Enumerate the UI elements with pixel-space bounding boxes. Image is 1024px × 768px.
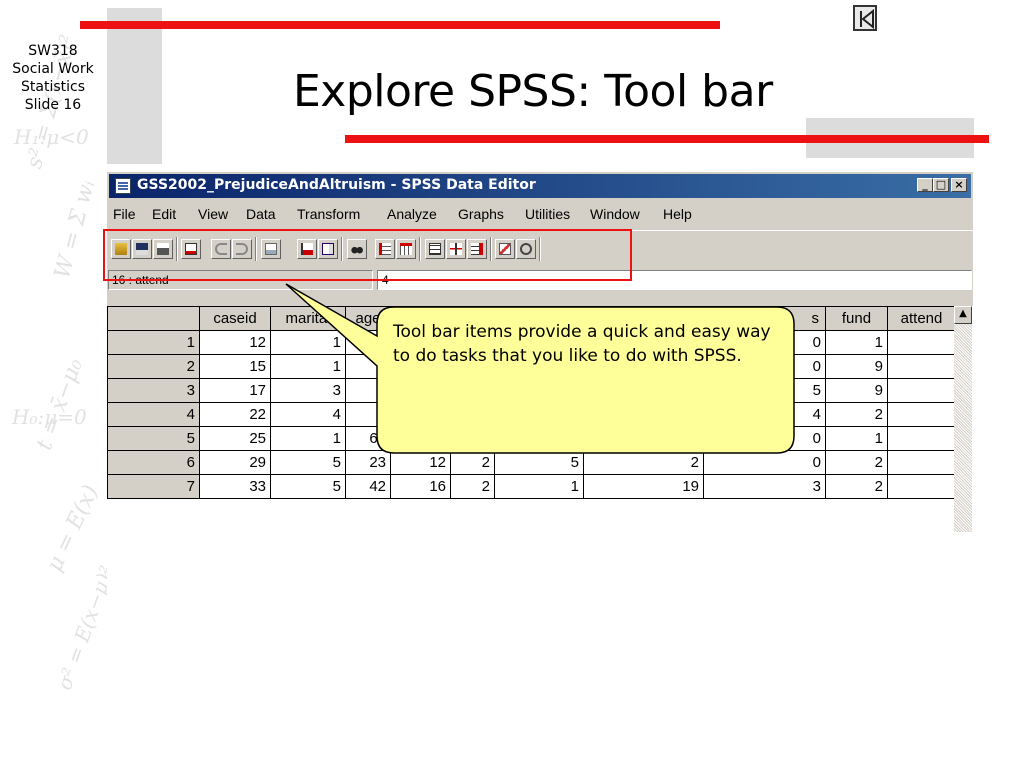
menu-transform[interactable]: Transform xyxy=(297,206,360,222)
decorative-red-line-top xyxy=(80,21,720,29)
table-cell[interactable]: 19 xyxy=(583,474,704,499)
menu-graphs[interactable]: Graphs xyxy=(458,206,504,222)
menu-data[interactable]: Data xyxy=(246,206,276,222)
table-cell[interactable] xyxy=(887,402,956,427)
row-number[interactable]: 3 xyxy=(107,378,200,403)
column-header[interactable]: attend xyxy=(887,306,956,331)
table-cell[interactable]: 2 xyxy=(825,450,888,475)
table-cell[interactable] xyxy=(887,474,956,499)
first-slide-icon xyxy=(860,9,874,29)
table-cell[interactable]: 12 xyxy=(390,450,451,475)
table-cell[interactable]: 2 xyxy=(450,474,495,499)
table-cell[interactable]: 5 xyxy=(494,450,584,475)
column-header[interactable]: caseid xyxy=(199,306,271,331)
table-cell[interactable]: 1 xyxy=(825,426,888,451)
table-cell[interactable] xyxy=(887,354,956,379)
spss-app-icon xyxy=(115,178,131,194)
table-row: 7 33 5 42 16 2 1 19 3 2 xyxy=(107,474,956,499)
menu-file[interactable]: File xyxy=(113,206,136,222)
table-cell[interactable]: 3 xyxy=(703,474,826,499)
table-cell[interactable]: 17 xyxy=(199,378,271,403)
table-cell[interactable]: 12 xyxy=(199,330,271,355)
table-cell[interactable] xyxy=(887,378,956,403)
table-cell[interactable]: 9 xyxy=(825,354,888,379)
menu-analyze[interactable]: Analyze xyxy=(387,206,437,222)
menu-utilities[interactable]: Utilities xyxy=(525,206,570,222)
table-cell[interactable]: 3 xyxy=(270,378,346,403)
menu-bar: File Edit View Data Transform Analyze Gr… xyxy=(107,202,973,226)
table-cell[interactable]: 4 xyxy=(270,402,346,427)
table-cell[interactable]: 5 xyxy=(270,450,346,475)
table-cell[interactable]: 2 xyxy=(583,450,704,475)
callout-text: Tool bar items provide a quick and easy … xyxy=(393,322,771,366)
course-code: SW318 xyxy=(28,43,78,59)
menu-view[interactable]: View xyxy=(198,206,228,222)
math-background-decoration: H₁:μ<0 s² = Σ(x−x̄)² W = Σ wᵢ H₀:μ=0 t =… xyxy=(12,32,107,694)
table-cell[interactable]: 16 xyxy=(390,474,451,499)
table-cell[interactable]: 42 xyxy=(345,474,391,499)
table-cell[interactable]: 9 xyxy=(825,378,888,403)
table-cell[interactable] xyxy=(887,450,956,475)
table-cell[interactable]: 0 xyxy=(703,450,826,475)
scroll-up-arrow[interactable]: ▲ xyxy=(954,306,972,324)
row-number[interactable]: 2 xyxy=(107,354,200,379)
table-cell[interactable]: 29 xyxy=(199,450,271,475)
table-cell[interactable]: 15 xyxy=(199,354,271,379)
vertical-scrollbar[interactable]: ▲ xyxy=(954,306,972,532)
maximize-button[interactable]: □ xyxy=(933,178,949,192)
close-button[interactable]: × xyxy=(951,178,967,192)
course-label: SW318 Social Work Statistics Slide 16 xyxy=(4,42,102,114)
window-title: GSS2002_PrejudiceAndAltruism - SPSS Data… xyxy=(137,177,536,193)
table-cell[interactable] xyxy=(887,426,956,451)
row-number[interactable]: 1 xyxy=(107,330,200,355)
column-header[interactable]: fund xyxy=(825,306,888,331)
table-cell[interactable]: 23 xyxy=(345,450,391,475)
decorative-gray-bar-vertical xyxy=(107,8,162,164)
course-name-line2: Statistics xyxy=(21,79,85,95)
table-row: 6 29 5 23 12 2 5 2 0 2 xyxy=(107,450,956,475)
slide-sidebar: H₁:μ<0 s² = Σ(x−x̄)² W = Σ wᵢ H₀:μ=0 t =… xyxy=(0,0,107,768)
window-titlebar[interactable]: GSS2002_PrejudiceAndAltruism - SPSS Data… xyxy=(109,174,971,198)
table-cell[interactable]: 5 xyxy=(270,474,346,499)
slide-number: Slide 16 xyxy=(24,97,82,113)
row-number[interactable]: 6 xyxy=(107,450,200,475)
table-cell[interactable]: 1 xyxy=(270,354,346,379)
first-slide-button[interactable] xyxy=(853,5,877,31)
course-name-line1: Social Work xyxy=(12,61,94,77)
table-cell[interactable]: 2 xyxy=(450,450,495,475)
row-number[interactable]: 7 xyxy=(107,474,200,499)
row-number[interactable]: 5 xyxy=(107,426,200,451)
row-number[interactable]: 4 xyxy=(107,402,200,427)
decorative-red-line-bottom xyxy=(345,135,989,143)
table-cell[interactable]: 1 xyxy=(494,474,584,499)
menu-edit[interactable]: Edit xyxy=(152,206,176,222)
menu-help[interactable]: Help xyxy=(663,206,692,222)
table-cell[interactable]: 2 xyxy=(825,474,888,499)
table-cell[interactable]: 33 xyxy=(199,474,271,499)
table-cell[interactable]: 1 xyxy=(825,330,888,355)
menu-window[interactable]: Window xyxy=(590,206,640,222)
table-cell[interactable]: 22 xyxy=(199,402,271,427)
table-cell[interactable] xyxy=(887,330,956,355)
table-cell[interactable]: 1 xyxy=(270,330,346,355)
corner-cell[interactable] xyxy=(107,306,200,331)
table-cell[interactable]: 2 xyxy=(825,402,888,427)
table-cell[interactable]: 1 xyxy=(270,426,346,451)
table-cell[interactable]: 25 xyxy=(199,426,271,451)
slide-title: Explore SPSS: Tool bar xyxy=(293,66,773,117)
toolbar-highlight-box xyxy=(103,229,632,281)
minimize-button[interactable]: _ xyxy=(917,178,933,192)
